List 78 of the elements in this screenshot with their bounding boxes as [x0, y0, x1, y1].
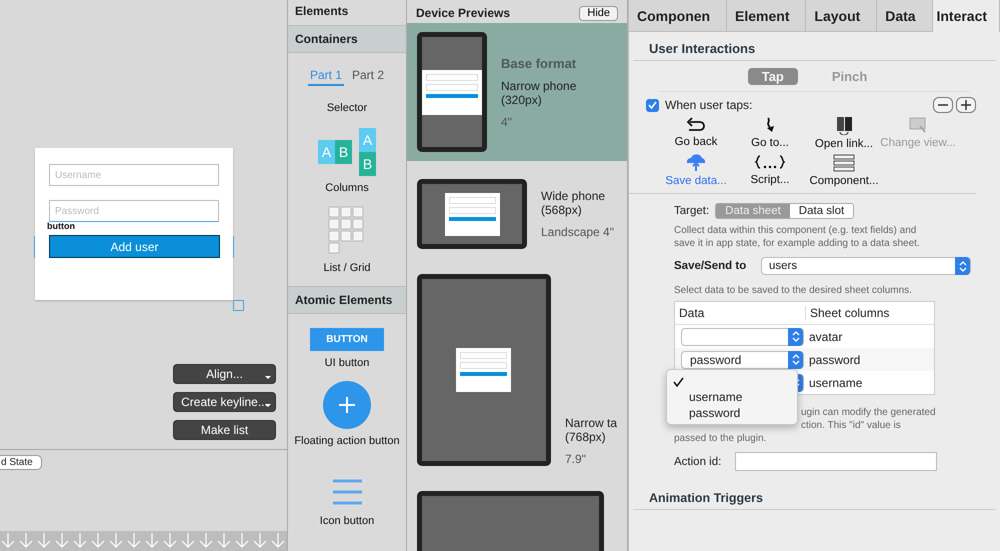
sheet-select[interactable]: users [761, 257, 971, 275]
window-cursor-icon [909, 117, 927, 134]
part-tab[interactable]: Part 2 [350, 67, 386, 86]
action-item[interactable]: Open link... [807, 117, 881, 150]
add-button[interactable] [956, 97, 976, 113]
resize-handle[interactable] [233, 300, 244, 311]
plus-icon [960, 100, 972, 110]
checkbox-label: When user taps: [665, 98, 752, 112]
action-item[interactable]: Component... [807, 154, 881, 187]
braces-icon [753, 154, 787, 171]
check-icon [648, 101, 657, 109]
table-cell: password [809, 352, 860, 366]
inspector-tab[interactable]: Componen [629, 0, 728, 32]
selection-label: button [47, 221, 75, 231]
remove-button[interactable] [933, 97, 953, 113]
column-header: Sheet columns [805, 306, 930, 320]
action-id-field[interactable] [735, 452, 938, 471]
note-text: passed to the plugin. [674, 432, 766, 445]
menu-item[interactable]: username [667, 389, 797, 405]
stepper-icon [958, 260, 966, 272]
device-preview[interactable]: Wide phone (568px) Landscape 4" [407, 161, 627, 258]
device-preview[interactable]: Narrow ta (768px) 7.9" [407, 258, 627, 475]
element-label: UI button [324, 357, 370, 369]
checkbox[interactable] [646, 98, 659, 112]
device-size: 7.9" [564, 452, 587, 466]
action-item[interactable]: Go back [659, 117, 733, 150]
panel-arrow-icon [836, 117, 852, 135]
inspector-tab[interactable]: Element [727, 0, 806, 32]
device-name: Narrow ta (768px) [564, 416, 617, 444]
menu-icon [332, 479, 362, 505]
panel-title: Device Previews [416, 6, 510, 20]
fab-icon [323, 381, 371, 429]
target-option[interactable]: Data slot [790, 204, 854, 218]
device-preview[interactable]: Base format Narrow phone (320px) 4" [407, 23, 627, 161]
element-label: Floating action button [294, 435, 400, 447]
return-arrow-icon [686, 117, 706, 133]
data-select[interactable] [681, 328, 804, 346]
field-label: Action id: [674, 456, 722, 468]
action-item[interactable]: Script... [733, 154, 807, 187]
device-name: Wide phone (568px) [541, 189, 606, 217]
grid-icon [328, 206, 366, 256]
field-label: Save/Send to [674, 260, 748, 272]
stepper-icon [792, 331, 800, 342]
column-header: Data [678, 306, 706, 320]
add-user-button[interactable]: Add user [49, 235, 220, 258]
action-item[interactable]: Save data... [659, 154, 733, 187]
action-button[interactable]: Create keyline... [173, 392, 276, 412]
panel-title: Elements [294, 3, 350, 20]
action-button[interactable]: Align... [173, 364, 276, 384]
hide-button[interactable]: Hide [579, 6, 618, 20]
inspector-tab[interactable]: Layout [806, 0, 878, 32]
table-cell: avatar [809, 330, 842, 344]
section-header: User Interactions [633, 32, 996, 61]
device-size: Landscape 4" [541, 225, 614, 239]
section-header: Atomic Elements [288, 286, 406, 314]
menu-item[interactable]: password [667, 405, 797, 421]
table-cell: username [809, 376, 862, 390]
note-text: ction. This "id" value is [801, 419, 901, 432]
element-label: Icon button [320, 515, 374, 527]
hint-text: Select data to be saved to the desired sheet columns. [673, 284, 913, 298]
element-label: Selector [326, 102, 368, 114]
stacked-rows-icon [833, 154, 855, 172]
action-button[interactable]: Make list [173, 420, 276, 440]
inspector-tab[interactable]: Interact [932, 0, 1000, 32]
device-heading: Base format [501, 56, 576, 70]
state-tab[interactable]: d State [0, 455, 42, 470]
field-label: Target: [674, 205, 710, 217]
description-text: Collect data within this component (e.g. text fields) and save it in app state, for example adding to a data sheet. [673, 224, 921, 250]
element-label: Columns [325, 182, 369, 194]
note-text: ugin can modify the generated [801, 406, 936, 419]
stepper-icon [792, 354, 800, 365]
section-header: Animation Triggers [633, 471, 996, 510]
element-label: List / Grid [323, 262, 371, 274]
device-size: 4" [501, 114, 513, 128]
device-name: Narrow phone (320px) [501, 78, 576, 106]
action-item[interactable]: Go to... [733, 117, 807, 150]
data-select[interactable]: password [681, 350, 804, 368]
section-header: Containers [288, 25, 406, 53]
